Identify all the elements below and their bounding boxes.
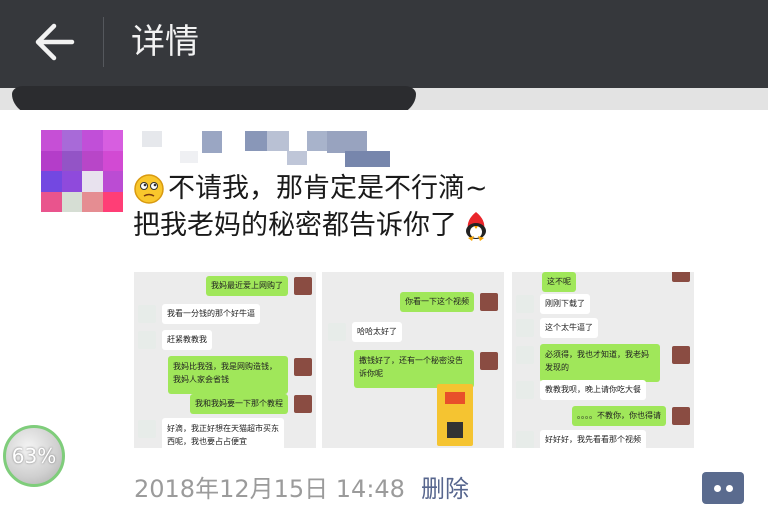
- chat-avatar: [480, 352, 498, 370]
- chat-bubble: 好好好，我先看看那个视频: [540, 430, 646, 448]
- chat-bubble: 我妈比我强，我是网购造钱，我妈人家会省钱: [168, 356, 288, 394]
- chat-bubble: 我妈最近爱上网购了: [206, 276, 288, 296]
- post-timestamp: 2018年12月15日 14:48: [134, 475, 405, 503]
- photo-1[interactable]: 我妈最近爱上网购了 我看一分钱的那个好牛逼 赶紧教教我 我妈比我强，我是网购造钱…: [134, 272, 316, 448]
- chat-bubble: 必须得，我也才知道，我老妈发现的: [540, 344, 660, 382]
- chat-bubble: 这个太牛逼了: [540, 318, 598, 338]
- blurred-nickname[interactable]: [140, 131, 400, 169]
- header-divider: [103, 17, 104, 67]
- chat-avatar: [294, 277, 312, 295]
- back-arrow-icon[interactable]: [28, 20, 78, 64]
- chat-avatar: [516, 346, 534, 364]
- progress-badge: 63%: [3, 425, 65, 487]
- chat-avatar: [138, 305, 156, 323]
- top-bar: 详情: [0, 0, 768, 88]
- post-line-2: 把我老妈的秘密都告诉你了: [133, 210, 457, 241]
- chat-bubble: 。。。。不教你，你也得请: [572, 406, 666, 426]
- chat-bubble: 教教我呗，晚上请你吃大餐: [540, 380, 646, 400]
- chat-bubble: 好滴，我正好想在天猫超市买东西呢，我也要占占便宜: [162, 418, 284, 448]
- penguin-emoji-icon: [460, 210, 492, 242]
- chat-avatar: [328, 323, 346, 341]
- chat-bubble: 赶紧教教我: [162, 330, 212, 350]
- chat-bubble: 这不呢: [542, 272, 576, 292]
- photo-2[interactable]: 你看一下这个视频 哈哈太好了 撒钱好了，还有一个秘密没告诉你呢: [322, 272, 504, 448]
- post-line-1: 不请我，那肯定是不行滴~: [168, 173, 488, 204]
- video-thumbnail: [437, 384, 473, 446]
- chat-avatar: [138, 331, 156, 349]
- chat-bubble: 哈哈太好了: [352, 322, 402, 342]
- thinking-emoji-icon: [133, 173, 165, 205]
- photo-3[interactable]: 这不呢 刚刚下载了 这个太牛逼了 必须得，我也才知道，我老妈发现的 教教我呗，晚…: [512, 272, 694, 448]
- post-text: 不请我，那肯定是不行滴~ 把我老妈的秘密都告诉你了: [133, 170, 495, 244]
- avatar[interactable]: [41, 130, 123, 212]
- chat-bubble: 撒钱好了，还有一个秘密没告诉你呢: [354, 350, 474, 388]
- chat-avatar: [516, 381, 534, 399]
- chat-avatar: [672, 346, 690, 364]
- chat-avatar: [480, 293, 498, 311]
- comment-more-icon[interactable]: [702, 472, 744, 504]
- chat-bubble: 你看一下这个视频: [400, 292, 474, 312]
- chat-avatar: [138, 420, 156, 438]
- chat-avatar: [672, 272, 690, 282]
- progress-label: 63%: [11, 444, 57, 468]
- chat-bubble: 刚刚下载了: [540, 294, 590, 314]
- chat-bubble: 我和我妈要一下那个教程: [190, 394, 288, 414]
- page-title: 详情: [131, 22, 199, 62]
- delete-link[interactable]: 删除: [421, 472, 469, 506]
- chat-avatar: [672, 407, 690, 425]
- chat-avatar: [516, 295, 534, 313]
- chat-avatar: [294, 358, 312, 376]
- chat-avatar: [516, 319, 534, 337]
- chat-avatar: [516, 431, 534, 448]
- chat-bubble: 我看一分钱的那个好牛逼: [162, 304, 260, 324]
- chat-avatar: [294, 395, 312, 413]
